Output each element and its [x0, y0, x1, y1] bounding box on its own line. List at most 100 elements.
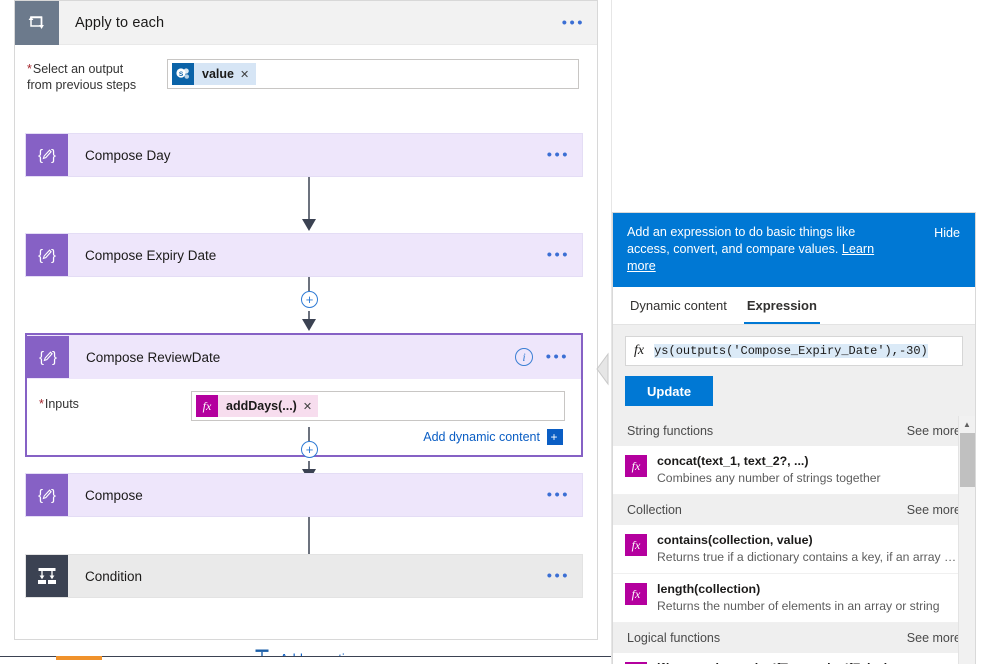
see-more-link[interactable]: See more	[907, 631, 961, 645]
function-item-length[interactable]: fx length(collection) Returns the number…	[613, 574, 975, 623]
function-text-wrap: length(collection) Returns the number of…	[657, 582, 939, 614]
action-compose-expiry-date[interactable]: { } Compose Expiry Date •••	[25, 233, 583, 277]
apply-to-each-card[interactable]: Apply to each ••• *Select an output from…	[14, 0, 598, 664]
tab-dynamic-content[interactable]: Dynamic content	[627, 287, 730, 324]
svg-text:}: }	[51, 147, 56, 164]
function-text-wrap: contains(collection, value) Returns true…	[657, 533, 957, 565]
action-compose[interactable]: { } Compose •••	[25, 473, 583, 517]
action-title: Compose ReviewDate	[86, 349, 221, 365]
action-menu-button[interactable]: •••	[547, 148, 570, 163]
function-list[interactable]: String functions See more fx concat(text…	[613, 416, 975, 664]
power-automate-designer: Apply to each ••• *Select an output from…	[0, 0, 999, 664]
compose-icon: { }	[26, 474, 68, 516]
expression-panel: Add an expression to do basic things lik…	[612, 212, 976, 664]
select-output-label-line2: from previous steps	[27, 78, 137, 92]
action-title: Compose Expiry Date	[85, 247, 217, 263]
group-title: String functions	[627, 424, 714, 438]
action-menu-button[interactable]: •••	[547, 488, 570, 503]
action-compose-reviewdate[interactable]: { } Compose ReviewDate i ••• *Inputs fx …	[25, 333, 583, 457]
select-output-input[interactable]: S value ✕	[167, 59, 579, 89]
tab-expression[interactable]: Expression	[743, 287, 821, 324]
select-output-label-line1: Select an output	[32, 62, 124, 76]
function-list-scroll-thumb[interactable]	[960, 433, 975, 487]
select-output-row: *Select an output from previous steps S	[15, 45, 597, 93]
connector-1	[302, 177, 316, 231]
action-condition[interactable]: Condition •••	[25, 554, 583, 598]
required-asterisk: *	[27, 62, 32, 76]
function-list-scrollbar[interactable]: ▲	[958, 416, 975, 664]
compose-icon: { }	[27, 336, 69, 378]
condition-icon	[26, 555, 68, 597]
add-dynamic-content-plus-button[interactable]: +	[547, 429, 563, 445]
function-item-contains[interactable]: fx contains(collection, value) Returns t…	[613, 525, 975, 574]
close-icon[interactable]: ✕	[303, 400, 318, 413]
function-description: Returns true if a dictionary contains a …	[657, 550, 957, 564]
inputs-input[interactable]: fx addDays(...) ✕	[191, 391, 565, 421]
function-description: Returns the number of elements in an arr…	[657, 599, 940, 613]
svg-text:}: }	[52, 349, 57, 366]
apply-to-each-menu-button[interactable]: •••	[562, 15, 585, 30]
action-menu-button[interactable]: •••	[547, 569, 570, 584]
expression-banner-text: Add an expression to do basic things lik…	[627, 225, 856, 256]
svg-text:{: {	[38, 247, 43, 264]
fx-icon: fx	[634, 343, 645, 358]
insert-step-button-2[interactable]: +	[301, 441, 318, 458]
collapse-panel-chevron-icon[interactable]	[596, 352, 610, 386]
inputs-row: *Inputs fx addDays(...) ✕	[39, 391, 567, 421]
apply-to-each-title: Apply to each	[75, 14, 165, 31]
action-title: Compose	[85, 487, 143, 503]
function-signature: contains(collection, value)	[657, 533, 813, 547]
flow-canvas[interactable]: Apply to each ••• *Select an output from…	[0, 0, 612, 664]
dynamic-token-label: value	[202, 67, 234, 81]
action-menu-button[interactable]: •••	[546, 350, 569, 365]
function-item-if[interactable]: fx if(expression, valueIfTrue, valueIfFa…	[613, 653, 975, 664]
group-header-collection: Collection See more	[613, 495, 975, 525]
svg-text:{: {	[38, 487, 43, 504]
hide-banner-button[interactable]: Hide	[934, 225, 960, 242]
fx-icon: fx	[625, 534, 647, 556]
dynamic-token-value[interactable]: S value ✕	[172, 63, 257, 85]
group-title: Collection	[627, 503, 682, 517]
svg-text:}: }	[51, 487, 56, 504]
select-output-label: *Select an output from previous steps	[27, 59, 167, 93]
apply-to-each-header[interactable]: Apply to each •••	[15, 0, 597, 45]
group-header-logical-functions: Logical functions See more	[613, 623, 975, 653]
compose-icon: { }	[26, 234, 68, 276]
action-menu-button[interactable]: •••	[547, 248, 570, 263]
close-icon[interactable]: ✕	[240, 68, 249, 81]
see-more-link[interactable]: See more	[907, 424, 961, 438]
expression-input[interactable]: fx ys(outputs('Compose_Expiry_Date'),-30…	[625, 336, 963, 366]
fx-icon: fx	[625, 455, 647, 477]
expression-token-label: addDays(...)	[226, 399, 297, 413]
add-dynamic-content-link[interactable]: Add dynamic content	[423, 430, 540, 444]
see-more-link[interactable]: See more	[907, 503, 961, 517]
info-icon[interactable]: i	[515, 348, 533, 366]
action-compose-reviewdate-header[interactable]: { } Compose ReviewDate i •••	[27, 335, 581, 379]
function-signature: concat(text_1, text_2?, ...)	[657, 454, 809, 468]
fx-icon: fx	[196, 395, 218, 417]
canvas-horizontal-scrollbar[interactable]	[0, 656, 611, 664]
svg-text:S: S	[179, 71, 184, 78]
update-button[interactable]: Update	[625, 376, 714, 406]
compose-icon: { }	[26, 134, 68, 176]
action-compose-day[interactable]: { } Compose Day •••	[25, 133, 583, 177]
function-signature: length(collection)	[657, 582, 761, 596]
scroll-up-arrow-icon[interactable]: ▲	[959, 416, 975, 433]
canvas-horizontal-scroll-thumb[interactable]	[56, 656, 102, 660]
svg-text:{: {	[39, 349, 44, 366]
inputs-label: *Inputs	[39, 391, 191, 411]
expression-value: ys(outputs('Compose_Expiry_Date'),-30)	[654, 344, 928, 358]
svg-text:{: {	[38, 147, 43, 164]
action-title: Compose Day	[85, 147, 171, 163]
sharepoint-icon: S	[172, 63, 194, 85]
function-description: Combines any number of strings together	[657, 471, 881, 485]
function-item-concat[interactable]: fx concat(text_1, text_2?, ...) Combines…	[613, 446, 975, 495]
expression-token-adddays[interactable]: fx addDays(...) ✕	[196, 395, 319, 417]
inputs-label-text: Inputs	[44, 397, 79, 411]
action-title: Condition	[85, 568, 143, 584]
group-header-string-functions: String functions See more	[613, 416, 975, 446]
expression-editor-area: fx ys(outputs('Compose_Expiry_Date'),-30…	[613, 325, 975, 416]
function-text-wrap: concat(text_1, text_2?, ...) Combines an…	[657, 454, 881, 486]
insert-step-button-1[interactable]: +	[301, 291, 318, 308]
loop-icon	[15, 0, 59, 45]
